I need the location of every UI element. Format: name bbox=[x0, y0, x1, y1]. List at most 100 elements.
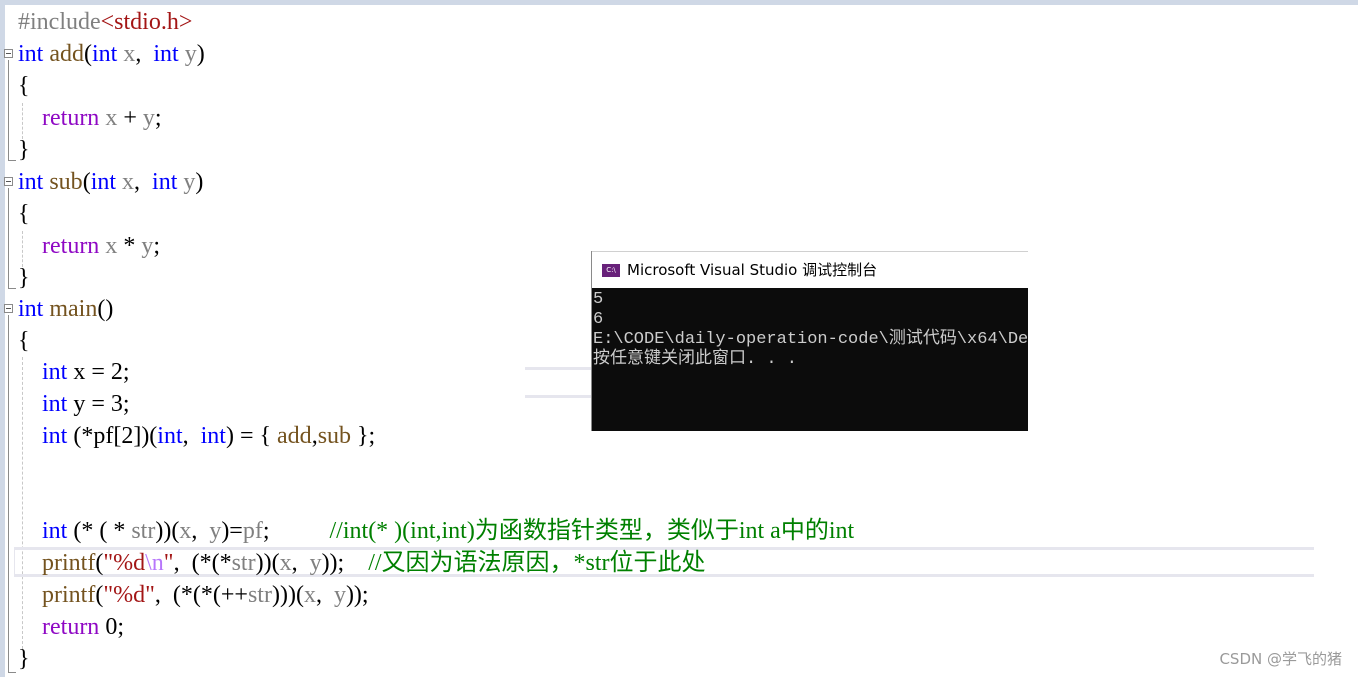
code-line[interactable]: int (*pf[2])(int, int) = { add,sub }; bbox=[18, 420, 375, 452]
code-token-fn: add bbox=[49, 41, 84, 67]
code-token-punc: , bbox=[191, 518, 210, 544]
code-token-punc: 0; bbox=[99, 614, 124, 640]
console-titlebar[interactable]: C:\ Microsoft Visual Studio 调试控制台 bbox=[592, 251, 1028, 288]
collapse-add-icon[interactable] bbox=[4, 49, 13, 58]
code-line[interactable]: } bbox=[18, 134, 30, 166]
code-token-punc: , (*(*(++ bbox=[154, 582, 248, 608]
code-token-kw: int bbox=[152, 169, 178, 195]
fold-line-add bbox=[8, 60, 9, 160]
code-line[interactable]: printf("%d", (*(*(++str)))(x, y)); bbox=[18, 579, 369, 611]
code-token-punc: ))( bbox=[155, 518, 180, 544]
code-token-var: x bbox=[179, 518, 192, 544]
code-token-kw: int bbox=[90, 169, 117, 195]
code-token-esc: \n bbox=[145, 550, 164, 576]
code-token-kw: int bbox=[42, 518, 68, 544]
code-token-punc bbox=[18, 359, 42, 385]
code-token-punc: x = 2; bbox=[67, 359, 130, 385]
code-token-ret: return bbox=[42, 233, 100, 259]
code-token-punc: , bbox=[134, 169, 153, 195]
code-token-str: " bbox=[163, 550, 174, 576]
code-token-punc: , (*(* bbox=[173, 550, 232, 576]
code-token-brace: { bbox=[18, 73, 30, 99]
code-token-punc bbox=[18, 391, 42, 417]
code-line[interactable]: return x + y; bbox=[18, 102, 162, 134]
code-line[interactable]: return x * y; bbox=[18, 230, 160, 262]
code-line[interactable]: { bbox=[18, 70, 30, 102]
code-token-kw: int bbox=[153, 41, 179, 67]
code-token-fn: printf bbox=[42, 582, 96, 608]
highlight-artifact bbox=[525, 395, 595, 398]
fold-line-main bbox=[8, 315, 9, 672]
code-token-str: "%d bbox=[103, 550, 146, 576]
code-token-punc: )); bbox=[321, 550, 369, 576]
console-output-line: 5 bbox=[593, 290, 604, 309]
debug-console-window[interactable]: C:\ Microsoft Visual Studio 调试控制台 5 6 E:… bbox=[591, 251, 1028, 431]
fold-end-main bbox=[8, 672, 16, 673]
code-line[interactable]: int sub(int x, int y) bbox=[18, 166, 203, 198]
code-line[interactable]: #include<stdio.h> bbox=[18, 6, 192, 38]
collapse-sub-icon[interactable] bbox=[4, 177, 13, 186]
code-token-punc: ) bbox=[195, 169, 204, 195]
code-token-punc: , bbox=[291, 550, 310, 576]
code-token-punc: )); bbox=[345, 582, 369, 608]
code-token-kw: int bbox=[42, 423, 68, 449]
code-token-kw: int bbox=[157, 423, 183, 449]
code-token-ret: return bbox=[42, 105, 100, 131]
code-token-var: x bbox=[279, 550, 292, 576]
code-token-brace: { bbox=[18, 201, 30, 227]
code-token-kw: int bbox=[18, 169, 44, 195]
fold-end-sub bbox=[8, 288, 16, 289]
code-token-cmt: //又因为语法原因，*str位于此处 bbox=[368, 550, 706, 576]
code-token-punc: ) = { bbox=[225, 423, 278, 449]
code-token-var: y bbox=[142, 105, 155, 131]
code-token-var: pf bbox=[242, 518, 263, 544]
code-token-var: y bbox=[209, 518, 222, 544]
code-line[interactable]: { bbox=[18, 325, 30, 357]
code-token-punc: )))( bbox=[271, 582, 304, 608]
code-token-punc bbox=[18, 423, 42, 449]
code-token-inc: <stdio.h> bbox=[100, 9, 193, 35]
code-line[interactable]: int add(int x, int y) bbox=[18, 38, 205, 70]
console-app-icon: C:\ bbox=[602, 264, 620, 277]
code-line[interactable]: return 0; bbox=[18, 611, 124, 643]
code-token-str: "%d" bbox=[103, 582, 155, 608]
code-line[interactable]: printf("%d\n", (*(*str))(x, y)); //又因为语法… bbox=[18, 547, 706, 579]
code-token-pp: #include bbox=[18, 9, 101, 35]
code-token-var: y bbox=[309, 550, 322, 576]
code-line[interactable]: } bbox=[18, 643, 30, 675]
code-line[interactable]: { bbox=[18, 198, 30, 230]
code-token-punc: , bbox=[315, 582, 334, 608]
code-token-fn: add bbox=[277, 423, 312, 449]
code-token-punc: )= bbox=[221, 518, 243, 544]
console-output[interactable]: 5 6 E:\CODE\daily-operation-code\测试代码\x6… bbox=[593, 290, 1027, 431]
code-token-kw: int bbox=[42, 391, 68, 417]
code-line[interactable]: int (* ( * str))(x, y)=pf; //int(* )(int… bbox=[18, 515, 854, 547]
code-token-var: x bbox=[122, 169, 135, 195]
fold-line-sub bbox=[8, 188, 9, 288]
code-token-punc: , bbox=[135, 41, 154, 67]
code-token-punc bbox=[18, 105, 42, 131]
code-token-punc: (*pf[2])( bbox=[67, 423, 158, 449]
code-token-kw: int bbox=[92, 41, 118, 67]
code-line[interactable]: int x = 2; bbox=[18, 356, 130, 388]
code-token-ret: return bbox=[42, 614, 100, 640]
code-token-fn: sub bbox=[317, 423, 352, 449]
code-token-punc: + bbox=[117, 105, 143, 131]
code-token-var: x bbox=[123, 41, 136, 67]
code-line[interactable]: int main() bbox=[18, 293, 113, 325]
code-token-punc: ( bbox=[84, 41, 92, 67]
code-token-var: x bbox=[105, 105, 118, 131]
code-token-punc: ; bbox=[153, 233, 160, 259]
code-token-fn: sub bbox=[49, 169, 83, 195]
code-token-brace: } bbox=[18, 265, 30, 291]
code-token-punc bbox=[18, 518, 42, 544]
code-token-kw: int bbox=[42, 359, 68, 385]
code-line[interactable]: } bbox=[18, 262, 30, 294]
collapse-main-icon[interactable] bbox=[4, 304, 13, 313]
code-token-var: y bbox=[333, 582, 346, 608]
code-token-punc bbox=[18, 550, 42, 576]
code-token-punc: ( bbox=[82, 169, 91, 195]
code-token-fn: printf bbox=[42, 550, 96, 576]
code-line[interactable]: int y = 3; bbox=[18, 388, 130, 420]
code-token-punc: ) bbox=[196, 41, 205, 67]
